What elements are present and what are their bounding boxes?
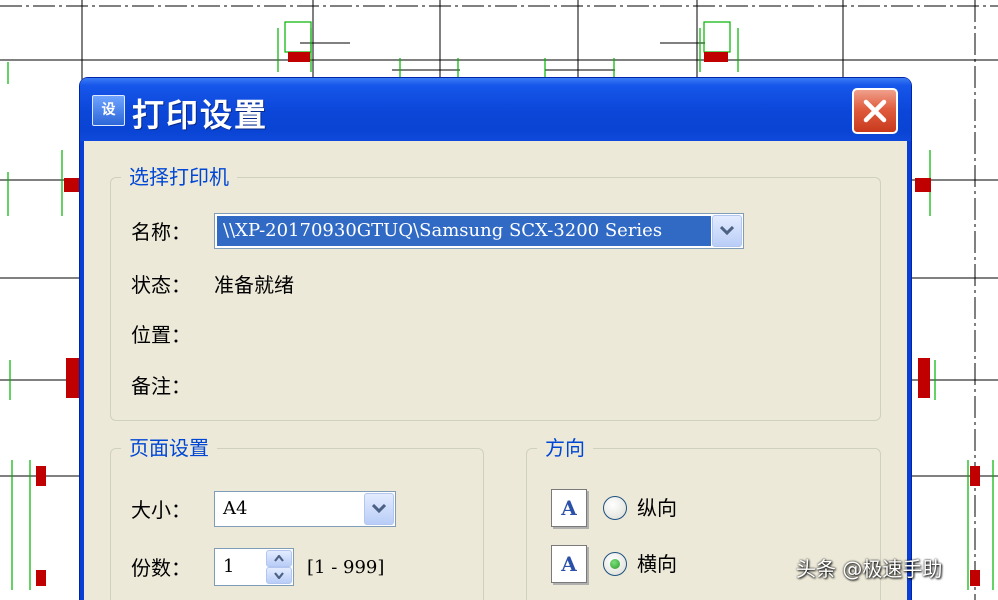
- copies-decrement-button[interactable]: [266, 567, 292, 584]
- copies-range: [1 - 999]: [307, 557, 385, 578]
- printer-name-value: \\XP-20170930GTUQ\Samsung SCX-3200 Serie…: [217, 216, 711, 246]
- page-settings-group: 页面设置 大小： A4 份数： 1 [1 - 999]: [110, 434, 484, 600]
- copies-stepper[interactable]: 1: [214, 548, 294, 586]
- dialog-title: 打印设置: [132, 96, 269, 134]
- chevron-down-icon: [720, 226, 734, 236]
- printer-name-label: 名称：: [131, 220, 191, 244]
- portrait-radio[interactable]: [603, 496, 627, 520]
- portrait-page-icon: A: [551, 489, 587, 527]
- printer-group-title: 选择打印机: [121, 163, 237, 191]
- chevron-up-icon: [274, 555, 284, 562]
- close-icon: [863, 99, 887, 123]
- printer-status-value: 准备就绪: [214, 273, 294, 297]
- landscape-radio[interactable]: [603, 552, 627, 576]
- paper-size-value: A4: [223, 498, 248, 519]
- paper-size-dropdown-button[interactable]: [364, 493, 394, 525]
- printer-name-dropdown-button[interactable]: [712, 215, 742, 247]
- printer-status-label: 状态：: [131, 273, 191, 297]
- landscape-page-icon: A: [551, 545, 587, 583]
- page-settings-group-title: 页面设置: [121, 434, 217, 462]
- paper-size-label: 大小：: [131, 498, 191, 522]
- chevron-down-icon: [274, 572, 284, 579]
- dialog-client-area: 选择打印机 名称： \\XP-20170930GTUQ\Samsung SCX-…: [84, 141, 907, 600]
- app-icon: 设: [92, 95, 125, 126]
- paper-size-select[interactable]: A4: [214, 491, 396, 527]
- copies-value: 1: [223, 556, 235, 577]
- chevron-down-icon: [372, 504, 386, 514]
- radio-selected-dot: [610, 559, 620, 569]
- printer-name-select[interactable]: \\XP-20170930GTUQ\Samsung SCX-3200 Serie…: [214, 213, 744, 249]
- printer-comment-label: 备注：: [131, 374, 191, 398]
- dialog-titlebar[interactable]: 设 打印设置: [80, 78, 911, 141]
- orientation-group-title: 方向: [537, 434, 593, 462]
- portrait-label[interactable]: 纵向: [637, 495, 677, 521]
- copies-label: 份数：: [131, 556, 191, 580]
- printer-location-label: 位置：: [131, 323, 191, 347]
- landscape-label[interactable]: 横向: [637, 551, 677, 577]
- copies-increment-button[interactable]: [266, 550, 292, 567]
- print-settings-dialog: 设 打印设置 选择打印机 名称： \\XP-20170930GTUQ\Samsu…: [80, 78, 911, 600]
- close-button[interactable]: [852, 88, 898, 134]
- printer-group: 选择打印机 名称： \\XP-20170930GTUQ\Samsung SCX-…: [110, 163, 881, 421]
- watermark: 头条 @极速手助: [796, 557, 943, 581]
